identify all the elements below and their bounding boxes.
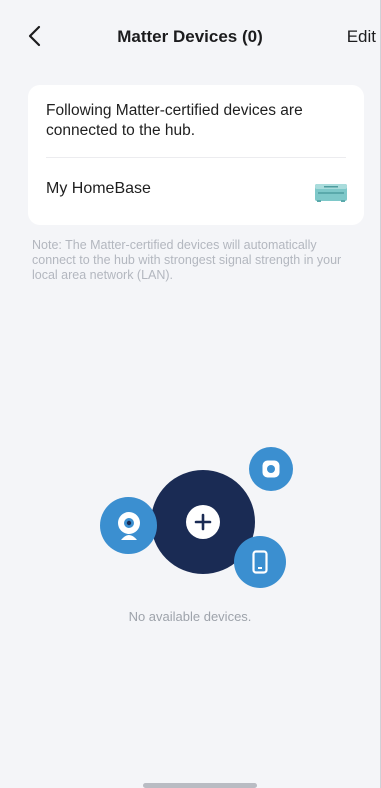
home-indicator[interactable] <box>143 783 257 788</box>
camera-device-bubble <box>100 497 157 554</box>
empty-state-text: No available devices. <box>128 609 252 624</box>
hub-card-description: Following Matter-certified devices are c… <box>46 102 303 139</box>
edit-button[interactable]: Edit <box>347 27 376 47</box>
sensor-device-bubble <box>249 447 293 491</box>
hub-card: Following Matter-certified devices are c… <box>28 85 364 225</box>
lan-note: Note: The Matter-certified devices will … <box>32 238 342 282</box>
homebase-hub-icon <box>315 184 347 202</box>
sensor-icon <box>262 460 280 478</box>
phone-device-bubble <box>234 536 286 588</box>
matter-devices-screen: Matter Devices (0) Edit Following Matter… <box>0 0 381 788</box>
hub-device-name: My HomeBase <box>46 180 151 197</box>
phone-icon <box>252 550 268 574</box>
page-title: Matter Devices (0) <box>117 27 263 46</box>
empty-state-illustration <box>98 447 298 590</box>
plus-icon <box>186 505 220 539</box>
nav-header: Matter Devices (0) Edit <box>0 0 380 74</box>
camera-icon <box>117 511 140 540</box>
hub-device-row[interactable]: My HomeBase <box>28 158 364 225</box>
